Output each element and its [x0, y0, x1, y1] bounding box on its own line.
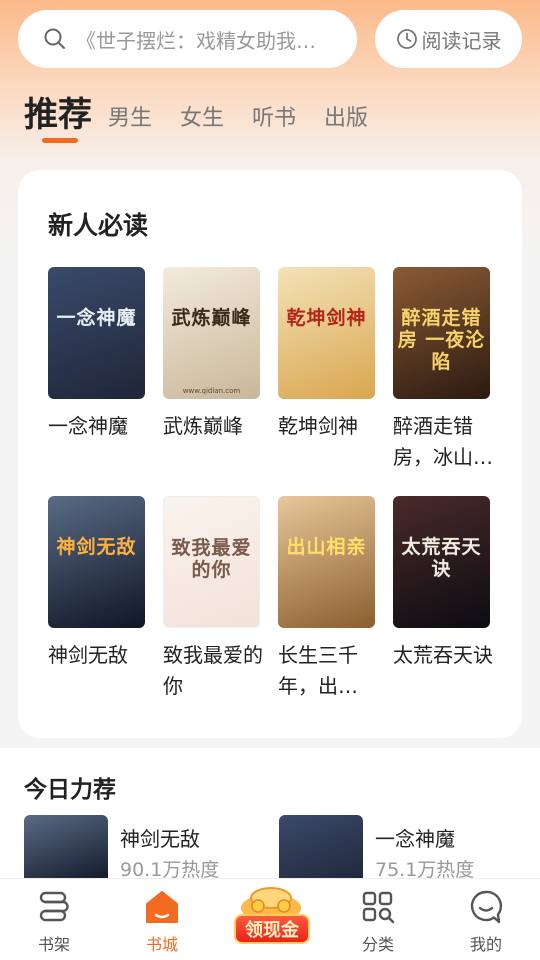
cover-title: 出山相亲 [286, 536, 367, 558]
book-cover: 神剑无敌 [48, 496, 145, 628]
book-title: 醉酒走错房，冰山… [393, 414, 493, 469]
bookshelf-icon [39, 891, 69, 922]
book-title: 神剑无敌 [120, 827, 200, 851]
nav-label: 书城 [145, 935, 178, 954]
recommend-item[interactable]: 神剑无敌 90.1万热度 [24, 815, 274, 885]
cover-title: 一念神魔 [56, 307, 137, 329]
book-cover: 一念神魔 [48, 267, 145, 399]
cover-title: 神剑无敌 [56, 536, 137, 558]
cover-title: 太荒吞天诀 [401, 536, 482, 580]
book-title: 一念神魔 [48, 414, 128, 438]
cover-title: 乾坤剑神 [286, 307, 367, 329]
book-item[interactable]: 致我最爱的你 致我最爱的你 [163, 496, 263, 702]
book-cover: 乾坤剑神 [278, 267, 375, 399]
reading-history-button[interactable]: 阅读记录 [375, 10, 522, 68]
nav-label: 书架 [37, 935, 70, 954]
nav-bookstore[interactable]: 书城 [122, 879, 202, 960]
search-icon [44, 28, 65, 49]
tab-audiobook[interactable]: 听书 [252, 94, 296, 144]
tab-male[interactable]: 男生 [108, 94, 152, 144]
book-item[interactable]: 醉酒走错房 一夜沦陷 醉酒走错房，冰山… [393, 267, 493, 473]
tab-published[interactable]: 出版 [324, 94, 368, 144]
cover-title: 致我最爱的你 [171, 537, 252, 581]
book-item[interactable]: 乾坤剑神 乾坤剑神 [278, 267, 375, 442]
book-title: 神剑无敌 [48, 643, 128, 667]
book-cover: 出山相亲 [278, 496, 375, 628]
nav-profile[interactable]: 我的 [446, 879, 526, 960]
active-tab-indicator [42, 138, 78, 143]
book-title: 长生三千年，出… [278, 643, 358, 698]
nav-label: 分类 [361, 935, 394, 954]
clock-icon [396, 29, 417, 49]
book-title: 太荒吞天诀 [393, 643, 493, 667]
category-icon [362, 891, 395, 924]
book-title: 一念神魔 [375, 827, 455, 851]
nav-category[interactable]: 分类 [338, 879, 418, 960]
book-cover: 武炼巅峰 www.qidian.com [163, 267, 260, 399]
profile-icon [470, 890, 503, 924]
book-cover: 太荒吞天诀 [393, 496, 490, 628]
book-cover [24, 815, 108, 885]
cover-url: www.qidian.com [182, 387, 241, 395]
book-item[interactable]: 一念神魔 一念神魔 [48, 267, 145, 442]
book-title: 乾坤剑神 [278, 414, 358, 438]
home-icon [146, 891, 178, 923]
newcomer-section: 新人必读 一念神魔 一念神魔 武炼巅峰 www.qidian.com 武炼巅峰 … [18, 170, 522, 738]
book-item[interactable]: 神剑无敌 神剑无敌 [48, 496, 145, 671]
book-item[interactable]: 太荒吞天诀 太荒吞天诀 [393, 496, 493, 671]
book-cover [279, 815, 363, 885]
today-title: 今日力荐 [24, 777, 116, 803]
book-cover: 致我最爱的你 [163, 496, 260, 628]
cover-title: 武炼巅峰 [171, 307, 252, 329]
tab-female[interactable]: 女生 [180, 94, 224, 144]
book-item[interactable]: 武炼巅峰 www.qidian.com 武炼巅峰 [163, 267, 260, 442]
recommend-item[interactable]: 一念神魔 75.1万热度 [279, 815, 529, 885]
reading-history-label: 阅读记录 [421, 28, 502, 53]
search-bar[interactable]: 《世子摆烂：戏精女助我… [18, 10, 357, 68]
cash-reward-label: 领现金 [234, 914, 310, 944]
book-item[interactable]: 出山相亲 长生三千年，出… [278, 496, 375, 702]
cash-reward-button[interactable]: 领现金 [228, 884, 314, 954]
nav-bookshelf[interactable]: 书架 [14, 879, 94, 960]
book-title: 武炼巅峰 [163, 414, 243, 438]
tab-recommend[interactable]: 推荐 [24, 90, 92, 140]
cover-title: 醉酒走错房 一夜沦陷 [397, 307, 486, 373]
search-placeholder: 《世子摆烂：戏精女助我… [76, 28, 316, 53]
book-cover: 醉酒走错房 一夜沦陷 [393, 267, 490, 399]
nav-label: 我的 [469, 935, 502, 954]
section-title: 新人必读 [48, 211, 149, 240]
book-title: 致我最爱的你 [163, 643, 263, 698]
